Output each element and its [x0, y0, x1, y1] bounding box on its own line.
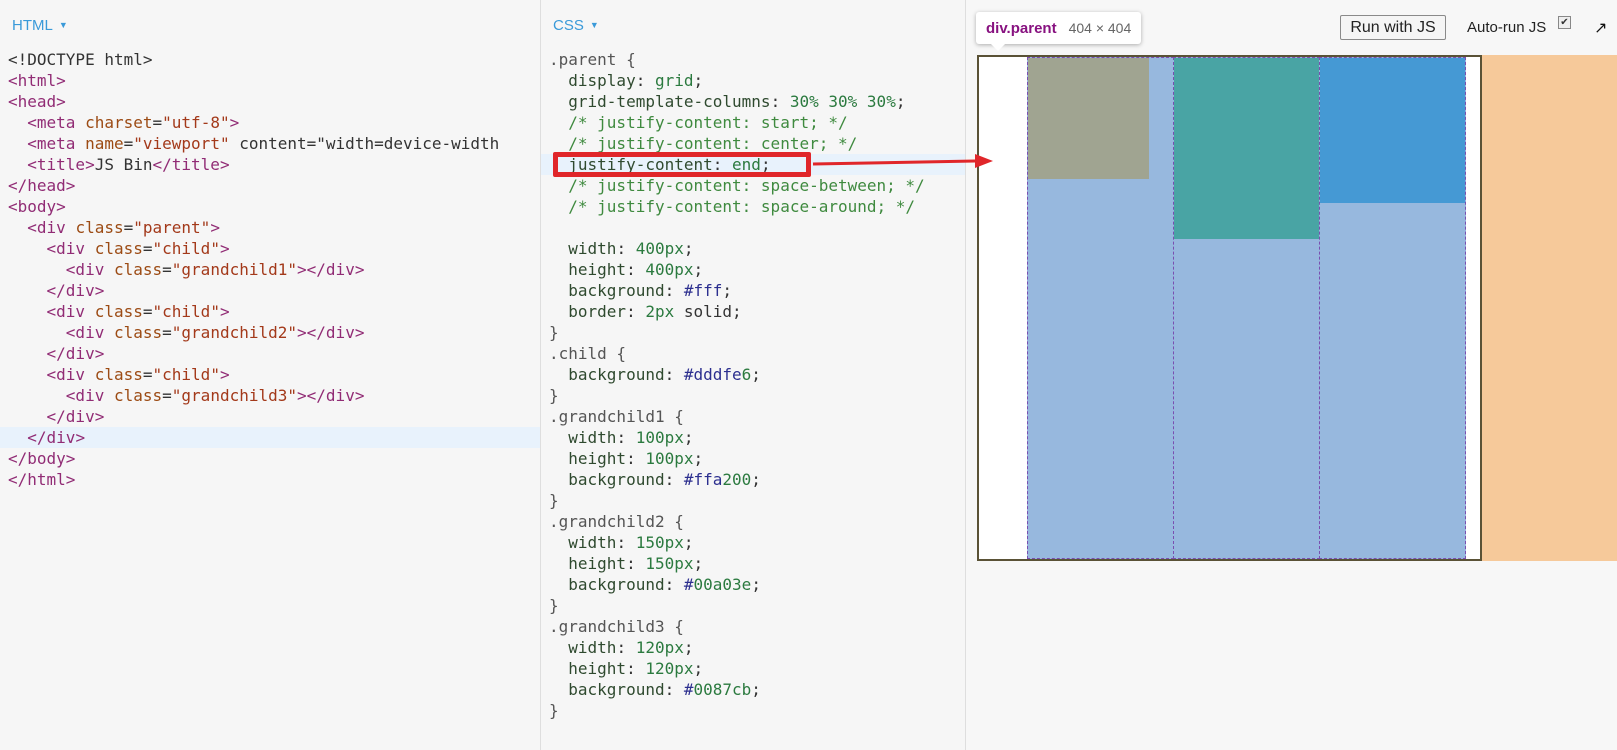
- css-code-line-32[interactable]: }: [541, 700, 965, 721]
- html-code-line-20[interactable]: </body>: [0, 448, 540, 469]
- rendered-preview[interactable]: [977, 55, 1617, 561]
- css-code-line-13[interactable]: border: 2px solid;: [541, 301, 965, 322]
- annotation-highlight-box: [553, 152, 811, 177]
- html-code-line-2[interactable]: <html>: [0, 70, 540, 91]
- css-code-line-1[interactable]: .parent {: [541, 49, 965, 70]
- css-code-line-8[interactable]: /* justify-content: space-around; */: [541, 196, 965, 217]
- grandchild1-box[interactable]: [1028, 58, 1149, 179]
- css-code-line-23[interactable]: .grandchild2 {: [541, 511, 965, 532]
- html-code-line-11[interactable]: <div class="grandchild1"></div>: [0, 259, 540, 280]
- css-code-line-19[interactable]: width: 100px;: [541, 427, 965, 448]
- css-code-line-24[interactable]: width: 150px;: [541, 532, 965, 553]
- tooltip-element-size: 404 × 404: [1068, 20, 1132, 36]
- css-code-line-22[interactable]: }: [541, 490, 965, 511]
- child-column-2[interactable]: [1173, 57, 1320, 559]
- grandchild3-box[interactable]: [1320, 58, 1465, 203]
- css-code-line-15[interactable]: .child {: [541, 343, 965, 364]
- html-code-editor[interactable]: <!DOCTYPE html> <html> <head> <meta charse…: [0, 49, 540, 490]
- html-code-line-8[interactable]: <body>: [0, 196, 540, 217]
- html-panel-title[interactable]: HTML: [12, 17, 53, 34]
- html-code-line-17[interactable]: <div class="grandchild3"></div>: [0, 385, 540, 406]
- html-code-line-1[interactable]: <!DOCTYPE html>: [0, 49, 540, 70]
- html-dropdown-icon[interactable]: ▼: [59, 20, 68, 30]
- html-code-line-6[interactable]: <title>JS Bin</title>: [0, 154, 540, 175]
- html-code-line-18[interactable]: </div>: [0, 406, 540, 427]
- html-code-line-10[interactable]: <div class="child">: [0, 238, 540, 259]
- auto-run-js-label[interactable]: Auto-run JS: [1467, 19, 1546, 36]
- css-code-line-20[interactable]: height: 100px;: [541, 448, 965, 469]
- css-code-line-28[interactable]: .grandchild3 {: [541, 616, 965, 637]
- html-code-line-7[interactable]: </head>: [0, 175, 540, 196]
- tooltip-element-name: div.parent: [986, 19, 1057, 37]
- html-panel[interactable]: HTML ▼ <!DOCTYPE html> <html> <head> <meta …: [0, 0, 541, 750]
- element-inspector-tooltip: div.parent 404 × 404: [976, 12, 1142, 44]
- html-code-line-5[interactable]: <meta name="viewport" content="width=dev…: [0, 133, 540, 154]
- html-code-line-4[interactable]: <meta charset="utf-8">: [0, 112, 540, 133]
- child-column-1[interactable]: [1027, 57, 1174, 559]
- css-code-line-4[interactable]: /* justify-content: start; */: [541, 112, 965, 133]
- css-code-line-5[interactable]: /* justify-content: center; */: [541, 133, 965, 154]
- html-code-line-13[interactable]: <div class="child">: [0, 301, 540, 322]
- css-code-line-9[interactable]: [541, 217, 965, 238]
- css-code-line-26[interactable]: background: #00a03e;: [541, 574, 965, 595]
- html-code-line-15[interactable]: </div>: [0, 343, 540, 364]
- css-code-line-7[interactable]: /* justify-content: space-between; */: [541, 175, 965, 196]
- css-code-line-21[interactable]: background: #ffa200;: [541, 469, 965, 490]
- css-code-line-30[interactable]: height: 120px;: [541, 658, 965, 679]
- css-code-line-17[interactable]: }: [541, 385, 965, 406]
- css-code-line-11[interactable]: height: 400px;: [541, 259, 965, 280]
- open-in-new-window-icon[interactable]: ↗: [1594, 18, 1607, 37]
- css-code-line-2[interactable]: display: grid;: [541, 70, 965, 91]
- html-code-line-9[interactable]: <div class="parent">: [0, 217, 540, 238]
- grandchild2-box[interactable]: [1174, 58, 1320, 239]
- css-dropdown-icon[interactable]: ▼: [590, 20, 599, 30]
- css-code-line-18[interactable]: .grandchild1 {: [541, 406, 965, 427]
- tooltip-pointer: [991, 44, 1005, 51]
- css-code-line-16[interactable]: background: #dddfe6;: [541, 364, 965, 385]
- html-code-line-21[interactable]: </html>: [0, 469, 540, 490]
- child-column-3[interactable]: [1319, 57, 1466, 559]
- html-code-line-3[interactable]: <head>: [0, 91, 540, 112]
- parent-div[interactable]: [977, 55, 1482, 561]
- css-panel[interactable]: CSS ▼ .parent { display: grid; grid-templ…: [541, 0, 966, 750]
- css-code-line-25[interactable]: height: 150px;: [541, 553, 965, 574]
- css-code-line-12[interactable]: background: #fff;: [541, 280, 965, 301]
- html-panel-label[interactable]: HTML ▼: [12, 17, 68, 34]
- html-code-line-16[interactable]: <div class="child">: [0, 364, 540, 385]
- css-panel-label[interactable]: CSS ▼: [553, 17, 599, 34]
- css-code-line-29[interactable]: width: 120px;: [541, 637, 965, 658]
- auto-run-js-checkbox[interactable]: ✔: [1558, 16, 1571, 29]
- css-code-line-10[interactable]: width: 400px;: [541, 238, 965, 259]
- html-code-line-19[interactable]: </div>: [0, 427, 540, 448]
- css-code-line-3[interactable]: grid-template-columns: 30% 30% 30%;: [541, 91, 965, 112]
- html-code-line-14[interactable]: <div class="grandchild2"></div>: [0, 322, 540, 343]
- css-code-line-27[interactable]: }: [541, 595, 965, 616]
- html-code-line-12[interactable]: </div>: [0, 280, 540, 301]
- css-code-line-31[interactable]: background: #0087cb;: [541, 679, 965, 700]
- css-panel-title[interactable]: CSS: [553, 17, 584, 34]
- css-code-line-14[interactable]: }: [541, 322, 965, 343]
- run-with-js-button[interactable]: Run with JS: [1340, 15, 1446, 40]
- css-code-editor[interactable]: .parent { display: grid; grid-template-c…: [541, 49, 965, 721]
- output-panel: div.parent 404 × 404 Run with JS Auto-ru…: [966, 0, 1617, 750]
